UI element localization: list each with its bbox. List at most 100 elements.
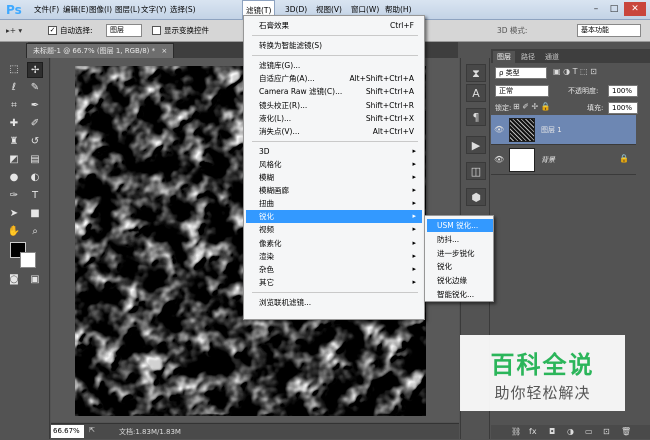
filter-menu-item[interactable]: 3D ▸ (246, 145, 422, 158)
visibility-eye-icon[interactable]: 👁 (494, 125, 504, 135)
filter-menu-item[interactable]: 液化(L)... Shift+Ctrl+X (246, 112, 422, 125)
watermark: 百科全说 助你轻松解决 (460, 335, 625, 411)
zoom-level-field[interactable]: 66.67% (51, 425, 84, 438)
clone-stamp-icon[interactable]: ♜ (6, 134, 22, 150)
screen-mode-icon[interactable]: ▣ (27, 272, 43, 288)
cube-panel-icon[interactable]: ⬢ (466, 188, 486, 206)
fx-icon[interactable]: fx (529, 425, 537, 439)
opacity-field[interactable]: 100% (608, 85, 638, 97)
menu-4[interactable]: 文字(Y) (138, 0, 169, 20)
zoom-tool-icon[interactable]: ⌕ (27, 224, 43, 240)
sharpen-submenu-item[interactable]: 智能锐化... (427, 288, 493, 301)
filter-menu-item[interactable]: 视频 ▸ (246, 223, 422, 236)
marquee-tool-icon[interactable]: ⬚ (6, 62, 22, 78)
blur-tool-icon[interactable]: ● (6, 170, 22, 186)
brush-tool-icon[interactable]: ✐ (27, 116, 43, 132)
character-panel-icon[interactable]: A (466, 84, 486, 102)
filter-menu-item[interactable]: Camera Raw 滤镜(C)... Shift+Ctrl+A (246, 85, 422, 98)
filter-menu-item[interactable]: 浏览联机滤镜... (246, 296, 422, 309)
eyedropper-tool-icon[interactable]: ✒ (27, 98, 43, 114)
document-tab-label: 未标题-1 @ 66.7% (图层 1, RGB/8) * (33, 47, 156, 55)
show-transform-checkbox[interactable] (152, 26, 161, 35)
sharpen-submenu-item[interactable]: 防抖... (427, 233, 493, 246)
menu-5[interactable]: 选择(S) (167, 0, 199, 20)
tab-channels[interactable]: 通道 (541, 51, 563, 63)
visibility-eye-icon[interactable]: 👁 (494, 155, 504, 165)
healing-brush-icon[interactable]: ✚ (6, 116, 22, 132)
filter-menu-item[interactable]: 模糊 ▸ (246, 171, 422, 184)
menu-2[interactable]: 图像(I) (86, 0, 115, 20)
pen-tool-icon[interactable]: ✑ (6, 188, 22, 204)
filter-menu-item[interactable]: 锐化 ▸ (246, 210, 422, 224)
show-transform-label: 显示变换控件 (164, 26, 209, 35)
filter-menu-item[interactable]: 风格化 ▸ (246, 158, 422, 171)
filter-menu-item[interactable]: 渲染 ▸ (246, 250, 422, 263)
filter-menu-item[interactable]: 其它 ▸ (246, 276, 422, 289)
background-color-swatch[interactable] (20, 252, 36, 268)
history-brush-icon[interactable]: ↺ (27, 134, 43, 150)
move-tool-icon[interactable]: ✢ (27, 62, 43, 78)
menu-0[interactable]: 文件(F) (31, 0, 62, 20)
dodge-tool-icon[interactable]: ◐ (27, 170, 43, 186)
delete-layer-icon[interactable]: 🗑 (621, 425, 631, 439)
history-panel-icon[interactable]: ⧗ (466, 64, 486, 82)
sharpen-submenu-item[interactable]: USM 锐化... (427, 219, 493, 232)
filter-menu-item[interactable]: 像素化 ▸ (246, 237, 422, 250)
layer-filter-icons[interactable]: ▣ ◑ T ⬚ ⊡ (553, 67, 597, 76)
lasso-tool-icon[interactable]: ℓ (6, 80, 22, 96)
hand-tool-icon[interactable]: ✋ (6, 224, 22, 240)
crop-tool-icon[interactable]: ⌗ (6, 98, 22, 114)
3d-panel-icon[interactable]: ◫ (466, 162, 486, 180)
fill-field[interactable]: 100% (608, 102, 638, 114)
maximize-button[interactable]: □ (606, 2, 622, 16)
adjustment-layer-icon[interactable]: ◑ (567, 425, 574, 439)
filter-menu-item[interactable]: 滤镜库(G)... (246, 59, 422, 72)
filter-menu-item[interactable]: 消失点(V)... Alt+Ctrl+V (246, 125, 422, 138)
sharpen-submenu-item[interactable]: 锐化 (427, 260, 493, 273)
menu-item-label: 镜头校正(R)... (259, 100, 308, 110)
filter-menu-item[interactable]: 模糊画廊 ▸ (246, 184, 422, 197)
type-tool-icon[interactable]: T (27, 188, 43, 204)
layer-filter-dropdown[interactable]: ρ 类型 (495, 67, 547, 79)
menu-item-label: 锐化 (437, 262, 452, 272)
export-icon[interactable]: ⇱ (89, 426, 95, 434)
filter-menu-item[interactable]: 镜头校正(R)... Shift+Ctrl+R (246, 99, 422, 112)
sharpen-submenu-item[interactable]: 进一步锐化 (427, 247, 493, 260)
submenu-arrow-icon: ▸ (412, 146, 416, 155)
filter-menu-item[interactable]: 杂色 ▸ (246, 263, 422, 276)
layer-row-background[interactable]: 👁 背景 🔒 (491, 145, 636, 175)
quick-mask-icon[interactable]: ◙ (6, 272, 22, 288)
new-layer-icon[interactable]: ⊡ (603, 425, 610, 439)
new-group-icon[interactable]: ▭ (585, 425, 593, 439)
close-window-button[interactable]: ✕ (624, 2, 646, 16)
tab-layers[interactable]: 图层 (493, 51, 515, 63)
filter-menu-item[interactable]: 扭曲 ▸ (246, 197, 422, 210)
lock-icons[interactable]: ⊞ ✐ ✢ 🔒 (513, 102, 551, 111)
link-layers-icon[interactable]: ⛓ (511, 425, 521, 439)
submenu-arrow-icon: ▸ (412, 225, 416, 234)
gradient-tool-icon[interactable]: ▤ (27, 152, 43, 168)
filter-menu-item[interactable]: 转换为智能滤镜(S) (246, 39, 422, 52)
auto-select-dropdown[interactable]: 图层 (106, 24, 142, 37)
quick-select-tool-icon[interactable]: ✎ (27, 80, 43, 96)
filter-menu-item[interactable]: 自适应广角(A)... Alt+Shift+Ctrl+A (246, 72, 422, 85)
blend-mode-dropdown[interactable]: 正常 (495, 85, 549, 97)
document-tab[interactable]: 未标题-1 @ 66.7% (图层 1, RGB/8) * × (26, 43, 175, 58)
eraser-tool-icon[interactable]: ◩ (6, 152, 22, 168)
workspace-dropdown[interactable]: 基本功能 (577, 24, 641, 37)
actions-panel-icon[interactable]: ▶ (466, 136, 486, 154)
tab-close-icon[interactable]: × (161, 47, 167, 55)
filter-menu-item[interactable]: 石膏效果 Ctrl+F (246, 19, 422, 32)
layer-row-layer1[interactable]: 👁 图层 1 (491, 115, 636, 145)
tab-paths[interactable]: 路径 (517, 51, 539, 63)
path-select-icon[interactable]: ➤ (6, 206, 22, 222)
paragraph-panel-icon[interactable]: ¶ (466, 108, 486, 126)
menu-item-label: Camera Raw 滤镜(C)... (259, 87, 343, 97)
add-mask-icon[interactable]: ◘ (549, 425, 555, 439)
layer-name: 图层 1 (541, 126, 562, 134)
rectangle-tool-icon[interactable]: ■ (27, 206, 43, 222)
minimize-button[interactable]: – (588, 2, 604, 16)
move-tool-preset-icon[interactable]: ▸+ ▾ (6, 23, 22, 39)
auto-select-checkbox[interactable]: ✓ (48, 26, 57, 35)
sharpen-submenu-item[interactable]: 锐化边缘 (427, 274, 493, 287)
